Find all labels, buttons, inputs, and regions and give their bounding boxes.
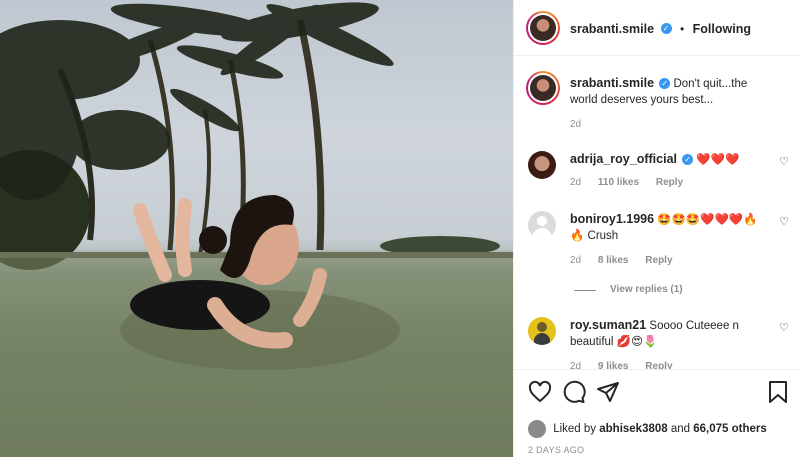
verified-badge-icon: ✓: [660, 23, 672, 35]
verified-badge-icon: ✓: [682, 154, 694, 166]
reply-button[interactable]: Reply: [645, 255, 672, 266]
commenter-avatar[interactable]: [528, 211, 556, 239]
reply-button[interactable]: Reply: [645, 361, 672, 369]
post-photo[interactable]: [0, 0, 513, 457]
bookmark-icon[interactable]: [766, 380, 790, 404]
post-actions: Liked by abhisek3808 and 66,075 others 2…: [514, 369, 800, 457]
comment-likes[interactable]: 8 likes: [598, 255, 629, 266]
verified-badge-icon: ✓: [659, 78, 671, 90]
liker-avatar[interactable]: [528, 420, 546, 438]
comment-meta: 2d 9 likes Reply: [570, 361, 673, 369]
liker-username[interactable]: abhisek3808: [599, 423, 667, 435]
caption-avatar[interactable]: [526, 71, 560, 105]
separator-dot: •: [679, 22, 685, 36]
comment-username[interactable]: adrija_roy_official: [570, 152, 677, 166]
comment-username[interactable]: roy.suman21: [570, 318, 646, 332]
comment-text: ❤️❤️❤️: [696, 154, 740, 166]
comment-body: roy.suman21 Soooo Cuteeee n beautiful 💋😍…: [570, 317, 770, 350]
commenter-avatar[interactable]: [528, 151, 556, 179]
replies-divider: [574, 290, 596, 291]
post-sidebar: srabanti.smile ✓ • Following srabanti.sm…: [513, 0, 800, 457]
comments-list[interactable]: srabanti.smile ✓ Don't quit...the world …: [514, 57, 800, 369]
commenter-avatar[interactable]: [528, 317, 556, 345]
comment-item: boniroy1.1996 🤩🤩🤩❤️❤️❤️🔥 🔥 Crush ♡ 2d 8 …: [514, 207, 800, 277]
reply-button[interactable]: Reply: [656, 177, 683, 188]
post-header: srabanti.smile ✓ • Following: [514, 0, 800, 56]
caption-text-block: srabanti.smile ✓ Don't quit...the world …: [570, 75, 770, 108]
comment-like-heart-icon[interactable]: ♡: [779, 155, 789, 168]
comment-likes[interactable]: 9 likes: [598, 361, 629, 369]
likes-count[interactable]: 66,075 others: [693, 423, 767, 435]
comment-time: 2d: [570, 177, 582, 188]
caption-username[interactable]: srabanti.smile: [570, 76, 654, 90]
comment-like-heart-icon[interactable]: ♡: [779, 215, 789, 228]
header-line: srabanti.smile ✓ • Following: [570, 20, 751, 38]
comment-body: adrija_roy_official ✓ ❤️❤️❤️: [570, 151, 770, 168]
comment-body: boniroy1.1996 🤩🤩🤩❤️❤️❤️🔥 🔥 Crush: [570, 211, 770, 244]
comment-meta: 2d 110 likes Reply: [570, 177, 683, 188]
author-avatar[interactable]: [526, 11, 560, 45]
view-replies-button[interactable]: View replies (1): [610, 284, 683, 295]
comment-time: 2d: [570, 255, 582, 266]
comment-item: roy.suman21 Soooo Cuteeee n beautiful 💋😍…: [514, 315, 800, 369]
comment-meta: 2d 8 likes Reply: [570, 255, 673, 266]
photo-scene: [0, 0, 513, 457]
comment-item: adrija_roy_official ✓ ❤️❤️❤️ ♡ 2d 110 li…: [514, 147, 800, 197]
share-icon[interactable]: [596, 380, 620, 404]
liked-by-label: Liked by: [553, 423, 597, 436]
comment-likes[interactable]: 110 likes: [598, 177, 639, 188]
heart-icon[interactable]: [528, 380, 552, 404]
view-replies-row[interactable]: View replies (1): [514, 283, 800, 299]
comment-like-heart-icon[interactable]: ♡: [779, 321, 789, 334]
following-button[interactable]: Following: [693, 22, 751, 36]
likes-summary: Liked by abhisek3808 and 66,075 others: [528, 420, 767, 438]
posted-ago[interactable]: 2 DAYS AGO: [528, 445, 584, 455]
caption: srabanti.smile ✓ Don't quit...the world …: [514, 71, 800, 141]
comment-time: 2d: [570, 361, 582, 369]
caption-time: 2d: [570, 119, 582, 130]
comment-icon[interactable]: [562, 380, 586, 404]
likes-conj: and: [670, 423, 691, 436]
author-username[interactable]: srabanti.smile: [570, 22, 654, 36]
comment-username[interactable]: boniroy1.1996: [570, 212, 654, 226]
